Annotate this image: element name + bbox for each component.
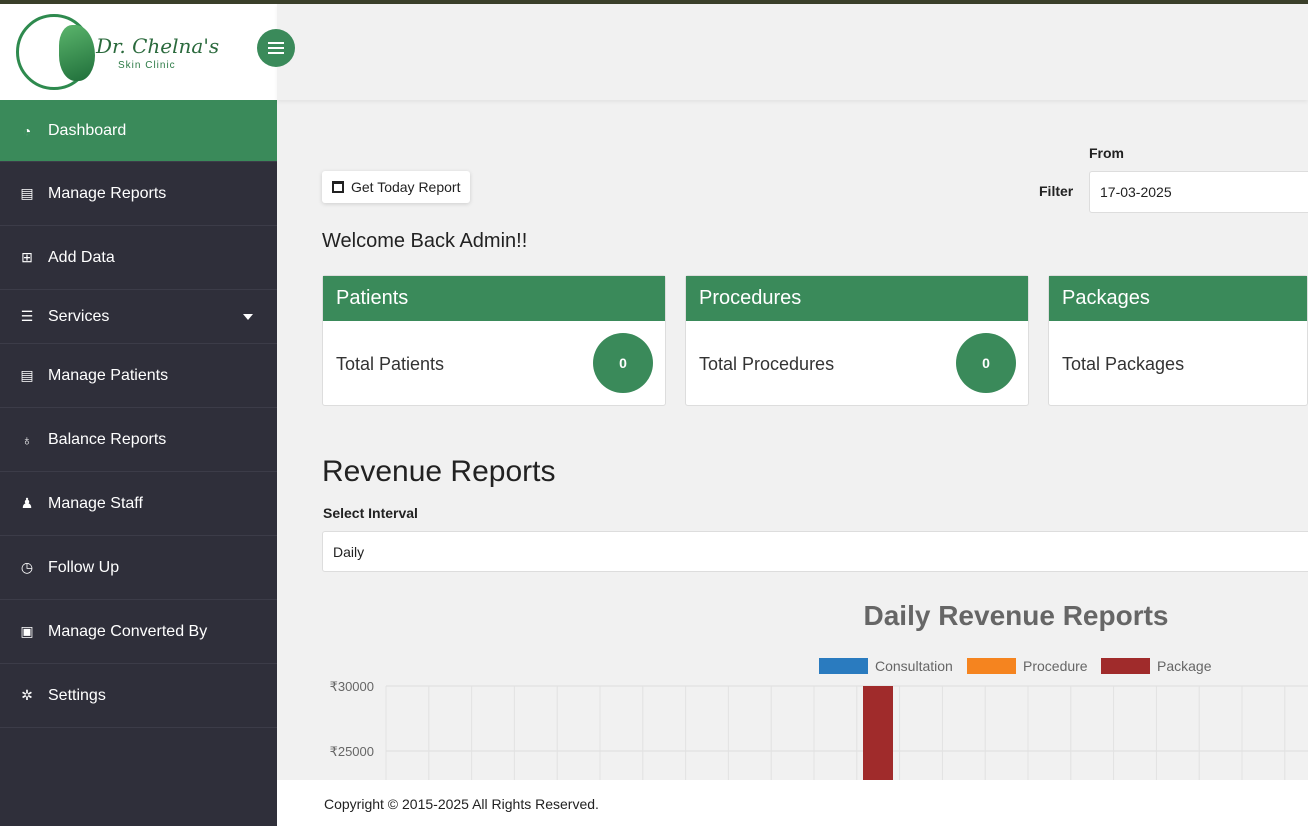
sidebar-menu: ◔ Dashboard ▤ Manage Reports ⊞ Add Data … <box>0 100 277 728</box>
sidebar-item-label: Settings <box>48 686 106 704</box>
dashboard-icon: ◔ <box>22 122 32 139</box>
bar-package <box>863 686 893 780</box>
woman-face-icon <box>59 25 95 81</box>
document-icon: ▤ <box>20 367 34 383</box>
patients-count-badge: 0 <box>593 333 653 393</box>
brand-name: Dr. Chelna's <box>96 34 220 58</box>
sidebar-item-label: Dashboard <box>48 121 127 139</box>
hamburger-icon <box>268 47 284 49</box>
sidebar-item-add-data[interactable]: ⊞ Add Data <box>0 226 277 290</box>
money-bag-icon: ♁ <box>21 431 33 448</box>
sidebar-item-manage-reports[interactable]: ▤ Manage Reports <box>0 162 277 226</box>
sidebar-item-label: Manage Converted By <box>48 622 208 640</box>
list-icon: ☰ <box>20 308 34 324</box>
sidebar-item-manage-staff[interactable]: ♟ Manage Staff <box>0 472 277 536</box>
legend-label: Consultation <box>875 658 953 674</box>
sidebar-item-label: Manage Reports <box>48 184 167 202</box>
sidebar-item-services[interactable]: ☰ Services <box>0 290 277 344</box>
y-tick-label: ₹25000 <box>330 744 374 759</box>
sidebar-item-label: Services <box>48 307 110 325</box>
sidebar-item-label: Follow Up <box>48 558 120 576</box>
sidebar-item-label: Manage Patients <box>48 366 169 384</box>
filter-label: Filter <box>1039 183 1074 199</box>
sidebar-item-label: Balance Reports <box>48 430 167 448</box>
sidebar-item-label: Add Data <box>48 248 115 266</box>
legend-swatch <box>819 658 868 674</box>
plus-square-icon: ⊞ <box>21 249 33 265</box>
procedures-count-badge: 0 <box>956 333 1016 393</box>
card-title: Procedures <box>686 276 1028 321</box>
card-title: Patients <box>323 276 665 321</box>
get-today-report-button[interactable]: Get Today Report <box>322 171 471 203</box>
from-label: From <box>1089 145 1124 161</box>
sidebar-item-manage-converted-by[interactable]: ▣ Manage Converted By <box>0 600 277 664</box>
daily-revenue-chart: Daily Revenue Reports Consultation Procedu… <box>300 590 1308 780</box>
sidebar-item-balance-reports[interactable]: ♁ Balance Reports <box>0 408 277 472</box>
calendar-icon <box>332 181 344 193</box>
card-body: Total Packages <box>1049 321 1307 407</box>
card-label: Total Procedures <box>699 353 835 374</box>
interval-select[interactable]: Daily <box>322 531 1308 572</box>
chart-title: Daily Revenue Reports <box>864 600 1169 631</box>
from-date-input[interactable]: 17-03-2025 <box>1089 171 1308 213</box>
gear-icon: ✲ <box>21 687 33 703</box>
user-icon: ♟ <box>20 495 34 511</box>
sidebar-item-label: Manage Staff <box>48 494 143 512</box>
sidebar-item-follow-up[interactable]: ◷ Follow Up <box>0 536 277 600</box>
sidebar: Dr. Chelna's Skin Clinic ◔ Dashboard ▤ M… <box>0 4 277 826</box>
legend-swatch <box>967 658 1016 674</box>
select-interval-label: Select Interval <box>323 505 418 521</box>
patients-card: Patients Total Patients 0 <box>322 275 666 406</box>
packages-card: Packages Total Packages <box>1048 275 1308 406</box>
chart-svg: Daily Revenue Reports Consultation Procedu… <box>330 600 1308 780</box>
legend-swatch <box>1101 658 1150 674</box>
legend-label: Package <box>1157 658 1212 674</box>
id-card-icon: ▣ <box>20 623 34 639</box>
card-body: Total Procedures 0 <box>686 321 1028 407</box>
get-today-report-label: Get Today Report <box>351 179 461 195</box>
sidebar-item-settings[interactable]: ✲ Settings <box>0 664 277 728</box>
clock-icon: ◷ <box>20 559 34 575</box>
menu-toggle-button[interactable] <box>257 29 295 67</box>
legend-label: Procedure <box>1023 658 1088 674</box>
copyright-text: Copyright © 2015-2025 All Rights Reserve… <box>324 796 599 812</box>
top-header <box>277 4 1308 100</box>
brand-subtitle: Skin Clinic <box>118 60 176 71</box>
card-title: Packages <box>1049 276 1307 321</box>
logo-circle <box>16 14 95 90</box>
footer: Copyright © 2015-2025 All Rights Reserve… <box>277 780 1308 826</box>
chevron-down-icon <box>243 313 253 320</box>
report-icon: ▤ <box>20 185 34 201</box>
card-body: Total Patients 0 <box>323 321 665 407</box>
sidebar-item-dashboard[interactable]: ◔ Dashboard <box>0 100 277 162</box>
y-tick-label: ₹30000 <box>330 679 374 694</box>
card-label: Total Packages <box>1062 353 1185 374</box>
welcome-message: Welcome Back Admin!! <box>322 230 528 252</box>
revenue-reports-title: Revenue Reports <box>322 455 556 488</box>
brand-logo[interactable]: Dr. Chelna's Skin Clinic <box>0 4 277 100</box>
procedures-card: Procedures Total Procedures 0 <box>685 275 1029 406</box>
sidebar-item-manage-patients[interactable]: ▤ Manage Patients <box>0 344 277 408</box>
card-label: Total Patients <box>336 353 445 374</box>
